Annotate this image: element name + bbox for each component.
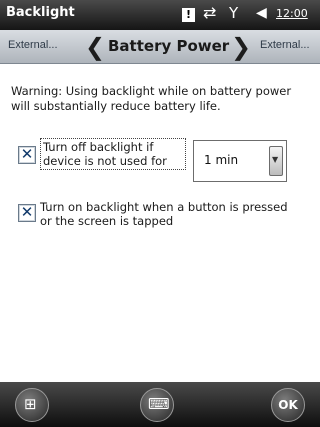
start-button[interactable]: ⊞ [15,388,49,422]
volume-icon[interactable]: ◀ [256,5,267,23]
bottom-bar: ⊞ ⌨ OK [0,382,320,427]
turn-on-backlight-label[interactable]: Turn on backlight when a button is press… [40,200,300,228]
turn-on-backlight-checkbox[interactable]: ✕ [18,203,36,222]
turn-off-backlight-checkbox[interactable]: ✕ [18,145,36,164]
chevron-down-icon: ▼ [272,155,279,164]
checkmark-icon: ✕ [20,145,34,163]
sync-icon[interactable]: ⇄ [203,3,216,22]
clock[interactable]: 12:00 [276,7,308,20]
chevron-left-icon[interactable]: ❮ [85,33,105,61]
window-title: Backlight [6,5,75,20]
timeout-value: 1 min [204,153,239,167]
keyboard-button[interactable]: ⌨ [140,388,174,422]
signal-icon[interactable]: Y [229,4,238,22]
ok-button[interactable]: OK [271,388,305,422]
tab-next[interactable]: External... [260,39,310,51]
turn-off-backlight-label[interactable]: Turn off backlight if device is not used… [40,138,186,170]
chevron-right-icon[interactable]: ❯ [231,33,251,61]
keyboard-icon: ⌨ [148,395,170,413]
title-bar: Backlight ! ⇄ Y ◀ 12:00 [0,0,320,30]
tab-previous[interactable]: External... [8,39,58,51]
checkmark-icon: ✕ [20,203,34,221]
tab-bar: External... ❮ Battery Power ❯ External..… [0,30,320,64]
dropdown-button[interactable]: ▼ [269,146,283,176]
timeout-dropdown[interactable]: 1 min ▼ [193,140,287,182]
windows-logo-icon: ⊞ [24,395,37,413]
tab-current: Battery Power [108,37,230,55]
notification-icon[interactable]: ! [182,8,195,22]
battery-warning: Warning: Using backlight while on batter… [11,84,292,113]
